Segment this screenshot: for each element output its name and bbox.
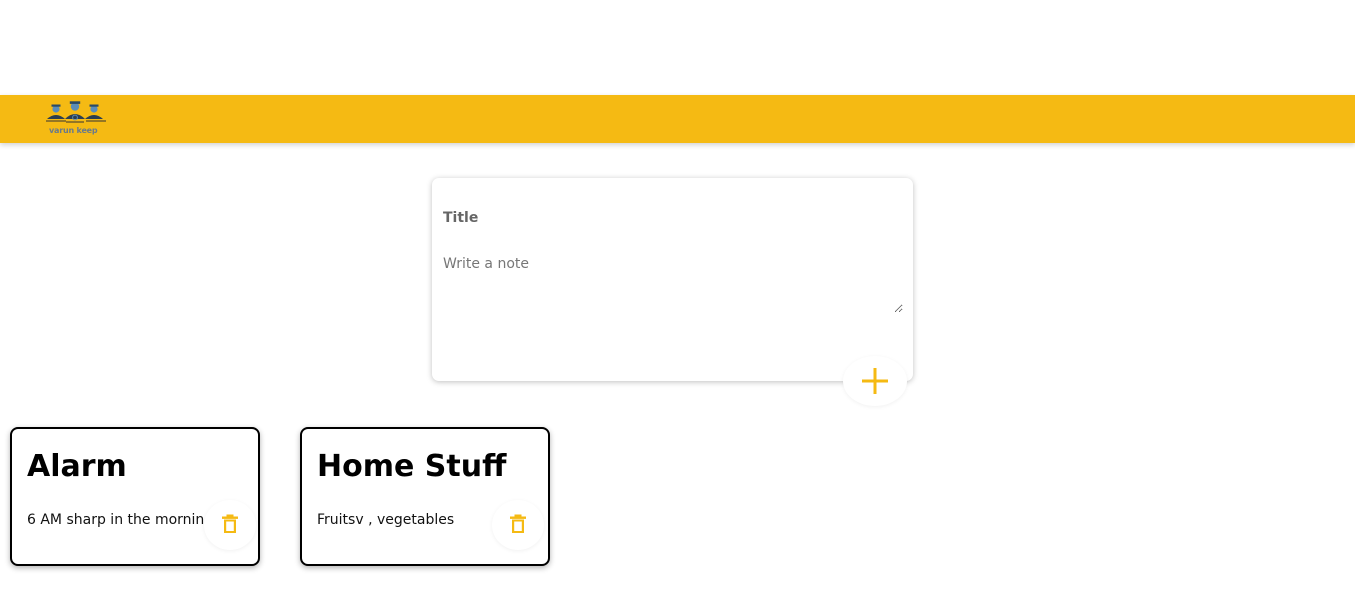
note-card: Alarm 6 AM sharp in the morning [10, 427, 260, 566]
add-note-button[interactable] [843, 356, 907, 406]
note-textarea[interactable] [443, 256, 903, 313]
delete-note-button[interactable] [204, 500, 256, 550]
app-header: varun keep [0, 95, 1355, 143]
create-note-form [432, 178, 913, 381]
app-logo: varun keep [44, 98, 108, 140]
logo-text: varun keep [49, 126, 98, 135]
note-title: Alarm [27, 449, 127, 484]
logo-people-icon [46, 101, 106, 123]
plus-icon [862, 368, 888, 394]
note-card: Home Stuff Fruitsv , vegetables [300, 427, 550, 566]
delete-note-button[interactable] [492, 500, 544, 550]
note-content: 6 AM sharp in the morning [27, 512, 214, 528]
trash-icon [510, 514, 526, 533]
note-content: Fruitsv , vegetables [317, 512, 455, 528]
title-input[interactable] [443, 206, 903, 230]
note-title: Home Stuff [317, 449, 507, 484]
trash-icon [222, 514, 238, 533]
